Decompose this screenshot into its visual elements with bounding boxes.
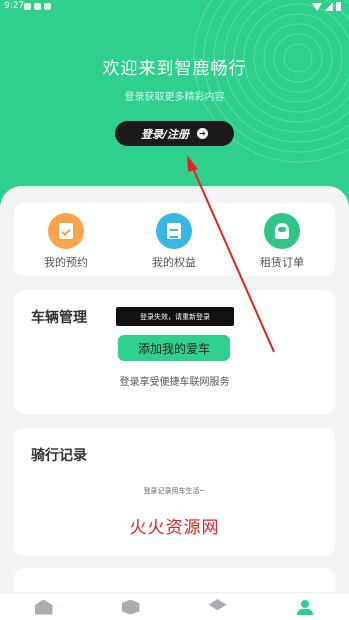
status-time: 9:27 (4, 1, 25, 11)
scooter-icon (264, 213, 300, 249)
status-bar: 9:27 (0, 0, 349, 14)
document-icon (156, 213, 192, 249)
status-notification-icons (24, 3, 51, 10)
calendar-check-icon (48, 213, 84, 249)
vehicle-management-card: 车辆管理 登录失效，请重新登录 添加我的爱车 登录享受便捷车联网服务 (14, 290, 335, 414)
tab-box[interactable] (87, 593, 174, 620)
wifi-icon (312, 2, 322, 11)
quick-action-label: 我的权益 (152, 256, 196, 269)
arrow-right-circle-icon: ➜ (197, 128, 209, 139)
notification-icon (24, 3, 31, 10)
status-system-icons (312, 2, 341, 11)
ride-records-title: 骑行记录 (31, 448, 87, 464)
login-register-label: 登录/注册 (140, 127, 190, 141)
tab-layers[interactable] (174, 593, 261, 620)
welcome-subtitle: 登录获取更多精彩内容 (124, 92, 225, 103)
quick-action-my-benefits[interactable]: 我的权益 (134, 213, 214, 270)
quick-action-label: 我的预约 (44, 256, 88, 269)
user-icon (296, 599, 314, 615)
quick-action-label: 租赁订单 (260, 256, 304, 269)
battery-icon (336, 2, 341, 11)
watermark-text: 火火资源网 (129, 518, 220, 538)
home-icon (34, 599, 53, 615)
ride-records-empty-text: 登录记录用车生活~ (143, 487, 206, 495)
quick-action-rental-orders[interactable]: 租赁订单 (242, 213, 322, 270)
signal-icon (325, 2, 333, 11)
box-icon (121, 599, 140, 615)
vehicle-management-title: 车辆管理 (31, 310, 87, 326)
welcome-title: 欢迎来到智鹿畅行 (102, 59, 247, 79)
bottom-tab-bar (0, 592, 349, 620)
vehicle-login-hint: 登录享受便捷车联网服务 (119, 377, 230, 388)
quick-actions-card: 我的预约 我的权益 租赁订单 (14, 203, 335, 276)
quick-action-my-reservations[interactable]: 我的预约 (26, 213, 106, 270)
add-my-car-button[interactable]: 添加我的爱车 (118, 335, 230, 361)
ride-records-card: 骑行记录 登录记录用车生活~ 火火资源网 (14, 428, 335, 556)
notification-icon (44, 3, 51, 10)
login-expired-toast: 登录失效，请重新登录 (116, 307, 234, 326)
layers-icon (208, 599, 227, 611)
tab-profile[interactable] (261, 593, 348, 620)
login-register-button[interactable]: 登录/注册 ➜ (115, 121, 234, 146)
notification-icon (34, 3, 41, 10)
tab-home[interactable] (0, 593, 87, 620)
